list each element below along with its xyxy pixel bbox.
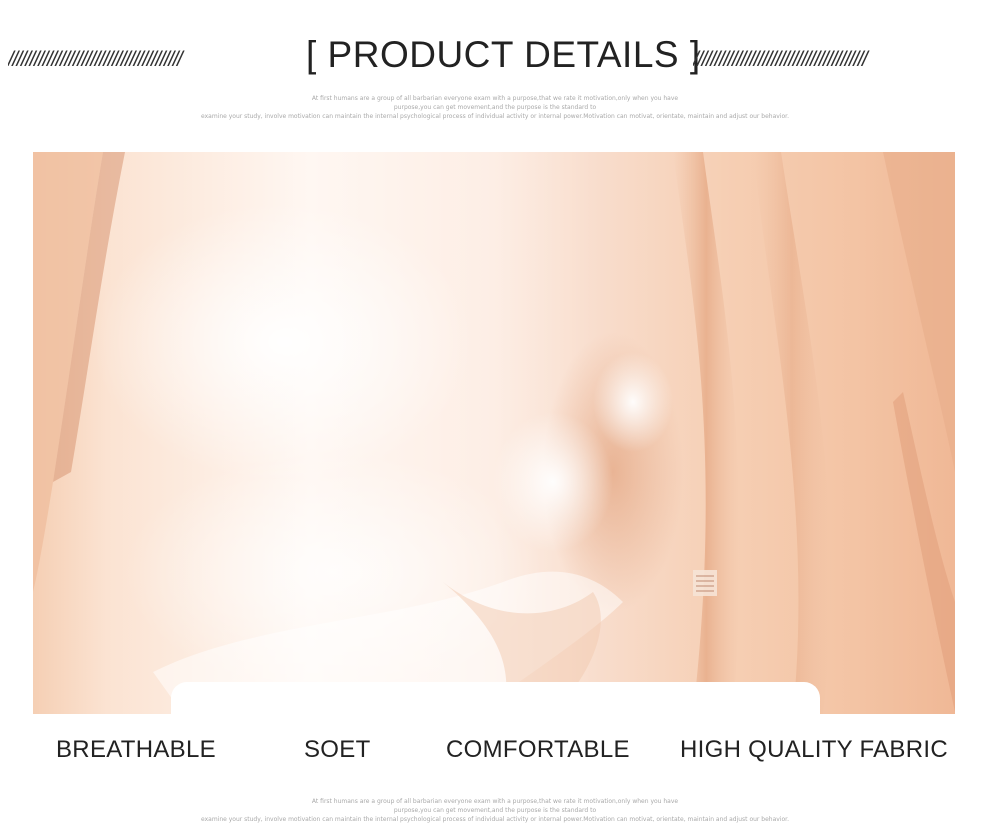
feature-comfortable: COMFORTABLE: [446, 736, 630, 763]
footer-fine-print-line: At first humans are a group of all barba…: [311, 798, 679, 805]
feature-high-quality-fabric: HIGH QUALITY FABRIC: [680, 736, 948, 763]
feature-list: BREATHABLE SOET COMFORTABLE HIGH QUALITY…: [0, 736, 990, 770]
fabric-tag: [693, 570, 717, 596]
satin-fabric-illustration: [33, 152, 955, 714]
footer-fine-print: At first humans are a group of all barba…: [0, 797, 990, 824]
section-header: ////////////////////////////////////////…: [0, 34, 990, 86]
footer-fine-print-line: examine your study, involve motivation c…: [201, 816, 789, 823]
feature-breathable: BREATHABLE: [56, 736, 216, 763]
intro-fine-print-line: examine your study, involve motivation c…: [201, 113, 789, 120]
satin-fabric-photo: [33, 152, 955, 714]
decorative-slash-rule-left: ////////////////////////////////////////: [8, 48, 183, 71]
feature-soft: SOET: [304, 736, 371, 763]
intro-fine-print-line: purpose,you can get movement,and the pur…: [393, 104, 597, 111]
decorative-slash-rule-right: ////////////////////////////////////////: [693, 48, 868, 71]
footer-fine-print-line: purpose,you can get movement,and the pur…: [393, 807, 597, 814]
intro-fine-print: At first humans are a group of all barba…: [0, 94, 990, 121]
section-title: [ PRODUCT DETAILS ]: [306, 34, 701, 75]
feature-label-panel: [171, 682, 820, 742]
intro-fine-print-line: At first humans are a group of all barba…: [311, 95, 679, 102]
